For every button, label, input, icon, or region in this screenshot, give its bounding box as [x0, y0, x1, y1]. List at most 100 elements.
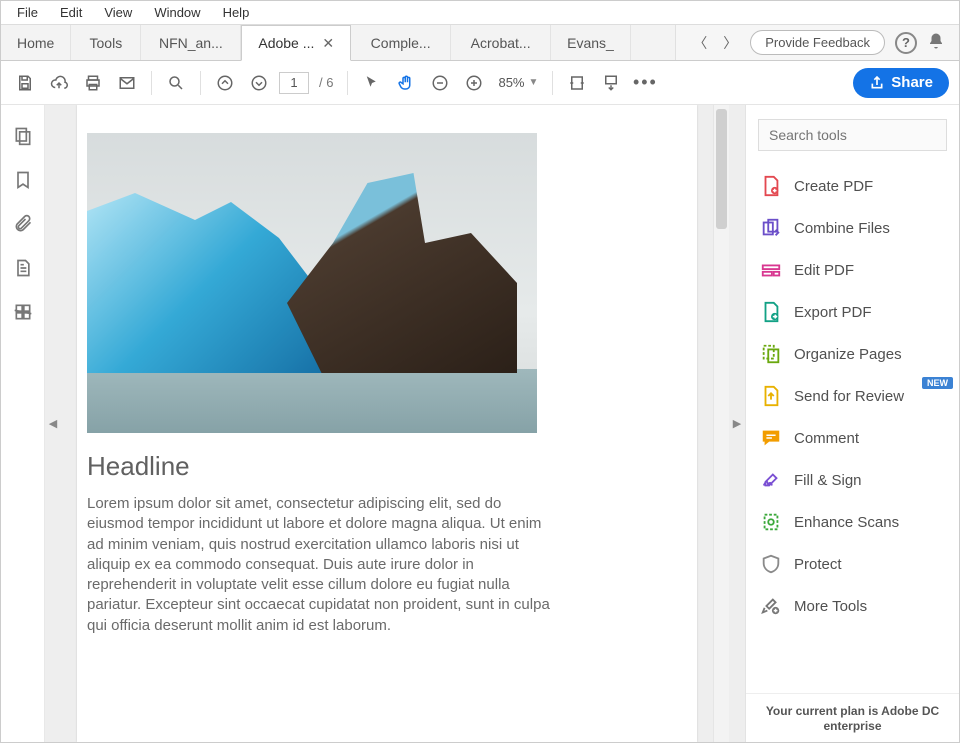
new-badge: NEW — [922, 377, 953, 389]
close-icon[interactable]: ✕ — [322, 35, 334, 52]
share-button[interactable]: Share — [853, 68, 949, 98]
fit-width-icon[interactable] — [563, 69, 591, 97]
tool-label: Organize Pages — [794, 346, 902, 363]
tab-label: Acrobat... — [471, 35, 531, 51]
page-down-icon[interactable] — [245, 69, 273, 97]
sign-icon — [760, 469, 782, 491]
tool-item-export[interactable]: Export PDF — [750, 291, 959, 333]
separator — [200, 71, 201, 95]
protect-icon — [760, 553, 782, 575]
help-icon[interactable]: ? — [895, 32, 917, 54]
search-icon[interactable] — [162, 69, 190, 97]
tab-document-active[interactable]: Adobe ... ✕ — [241, 25, 351, 61]
separator — [151, 71, 152, 95]
fit-page-icon[interactable] — [597, 69, 625, 97]
print-icon[interactable] — [79, 69, 107, 97]
page-up-icon[interactable] — [211, 69, 239, 97]
zoom-select[interactable]: 85% ▼ — [494, 73, 542, 92]
comment-icon — [760, 427, 782, 449]
tab-tools[interactable]: Tools — [71, 25, 141, 60]
combine-icon — [760, 217, 782, 239]
menu-edit[interactable]: Edit — [50, 3, 92, 22]
tool-item-scan[interactable]: Enhance Scans — [750, 501, 959, 543]
menu-window[interactable]: Window — [144, 3, 210, 22]
export-icon — [760, 301, 782, 323]
provide-feedback-button[interactable]: Provide Feedback — [750, 30, 885, 55]
tabstrip-right: 〈 〉 Provide Feedback ? — [675, 25, 959, 60]
right-panel: Create PDF Combine Files Edit PDF Export PD… — [745, 105, 959, 742]
bell-icon[interactable] — [927, 32, 945, 53]
bookmark-icon[interactable] — [12, 169, 34, 191]
menu-file[interactable]: File — [7, 3, 48, 22]
tab-home[interactable]: Home — [1, 25, 71, 60]
plan-footer: Your current plan is Adobe DC enterprise — [746, 693, 959, 742]
tab-document[interactable]: Evans_ — [551, 25, 631, 60]
tab-label: Evans_ — [567, 35, 614, 51]
more-icon — [760, 595, 782, 617]
document-area: ◀ Headline Lorem ipsum dolor sit amet, c… — [45, 105, 745, 742]
page-icon[interactable] — [12, 257, 34, 279]
toolbar: / 6 85% ▼ ••• Share — [1, 61, 959, 105]
tool-item-send[interactable]: Send for Review NEW — [750, 375, 959, 417]
layers-icon[interactable] — [12, 301, 34, 323]
tool-item-more[interactable]: More Tools — [750, 585, 959, 627]
separator — [347, 71, 348, 95]
edit-icon — [760, 259, 782, 281]
tab-label: Tools — [90, 35, 123, 51]
tool-item-combine[interactable]: Combine Files — [750, 207, 959, 249]
cloud-upload-icon[interactable] — [45, 69, 73, 97]
attachment-icon[interactable] — [12, 213, 34, 235]
content-row: ◀ Headline Lorem ipsum dolor sit amet, c… — [1, 105, 959, 742]
tool-label: Enhance Scans — [794, 514, 899, 531]
chevron-down-icon: ▼ — [529, 77, 539, 88]
expand-right-handle[interactable]: ▶ — [729, 105, 745, 742]
save-icon[interactable] — [11, 69, 39, 97]
page-number-input[interactable] — [279, 72, 309, 94]
tool-label: Edit PDF — [794, 262, 854, 279]
tool-item-protect[interactable]: Protect — [750, 543, 959, 585]
document-scroll[interactable]: Headline Lorem ipsum dolor sit amet, con… — [61, 105, 713, 742]
scan-icon — [760, 511, 782, 533]
tool-label: Export PDF — [794, 304, 872, 321]
hand-tool-icon[interactable] — [392, 69, 420, 97]
tab-document[interactable]: NFN_an... — [141, 25, 241, 60]
tab-label: Adobe ... — [258, 35, 314, 51]
tool-item-organize[interactable]: Organize Pages — [750, 333, 959, 375]
tab-document[interactable]: Comple... — [351, 25, 451, 60]
menu-bar: File Edit View Window Help — [1, 1, 959, 25]
left-rail — [1, 105, 45, 742]
share-icon — [869, 75, 885, 91]
tool-label: Combine Files — [794, 220, 890, 237]
tool-label: Send for Review — [794, 388, 904, 405]
menu-help[interactable]: Help — [213, 3, 260, 22]
create-icon — [760, 175, 782, 197]
nav-prev-icon[interactable]: 〈 — [690, 33, 710, 53]
more-icon[interactable]: ••• — [631, 69, 659, 97]
tool-label: Create PDF — [794, 178, 873, 195]
menu-view[interactable]: View — [94, 3, 142, 22]
zoom-out-icon[interactable] — [426, 69, 454, 97]
email-icon[interactable] — [113, 69, 141, 97]
zoom-in-icon[interactable] — [460, 69, 488, 97]
search-tools-input[interactable] — [758, 119, 947, 151]
select-tool-icon[interactable] — [358, 69, 386, 97]
tool-item-edit[interactable]: Edit PDF — [750, 249, 959, 291]
tool-label: Comment — [794, 430, 859, 447]
tool-label: Protect — [794, 556, 842, 573]
tool-item-create[interactable]: Create PDF — [750, 165, 959, 207]
nav-next-icon[interactable]: 〉 — [720, 33, 740, 53]
page: Headline Lorem ipsum dolor sit amet, con… — [77, 105, 697, 742]
expand-left-handle[interactable]: ◀ — [45, 105, 61, 742]
tab-document[interactable]: Acrobat... — [451, 25, 551, 60]
tool-label: Fill & Sign — [794, 472, 862, 489]
tool-item-comment[interactable]: Comment — [750, 417, 959, 459]
vertical-scrollbar[interactable] — [713, 105, 729, 742]
tab-strip: Home Tools NFN_an... Adobe ... ✕ Comple.… — [1, 25, 959, 61]
tool-list: Create PDF Combine Files Edit PDF Export PD… — [746, 161, 959, 693]
thumbnails-icon[interactable] — [12, 125, 34, 147]
headline: Headline — [87, 451, 657, 482]
organize-icon — [760, 343, 782, 365]
tool-label: More Tools — [794, 598, 867, 615]
scrollbar-thumb[interactable] — [716, 109, 727, 229]
tool-item-sign[interactable]: Fill & Sign — [750, 459, 959, 501]
